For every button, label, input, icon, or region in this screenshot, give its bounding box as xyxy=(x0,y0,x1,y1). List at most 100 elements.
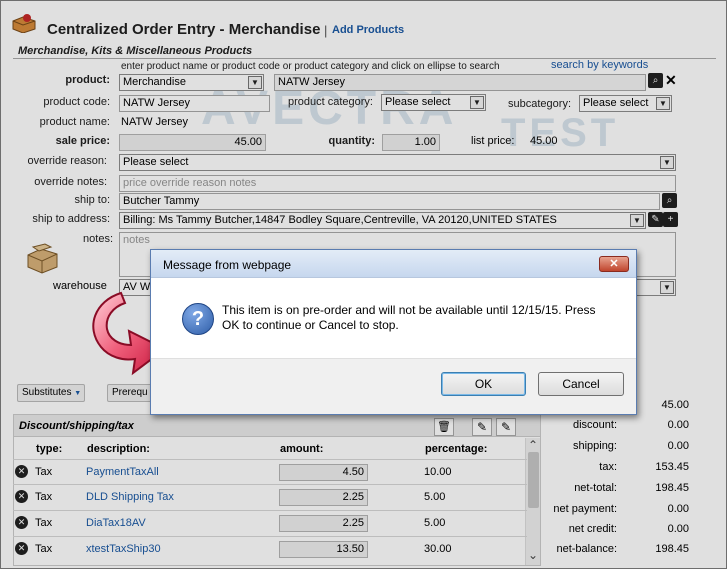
subcategory-select[interactable]: Please select ▼ xyxy=(579,95,672,112)
row-percentage: 5.00 xyxy=(424,517,446,529)
row-type: Tax xyxy=(35,517,53,529)
override-reason-label: override reason: xyxy=(27,155,108,167)
edit-icon-button[interactable]: ✎ xyxy=(496,418,516,436)
app-logo-icon xyxy=(11,13,37,34)
help-glyph: ? xyxy=(191,308,205,330)
brush-icon-button[interactable]: ✎ xyxy=(472,418,492,436)
row-description-link[interactable]: xtestTaxShip30 xyxy=(86,543,161,555)
remove-row-close-icon[interactable]: ✕ xyxy=(15,490,28,503)
sale-price-label: sale price: xyxy=(55,135,110,147)
ship-to-search-icon[interactable]: ⌕ xyxy=(662,193,677,208)
subcategory-label: subcategory: xyxy=(508,98,571,110)
table-row: ✕ Tax PaymentTaxAll 4.50 10.00 xyxy=(13,459,527,484)
product-type-value: Merchandise xyxy=(123,76,186,88)
ship-to-address-select[interactable]: Billing: Ms Tammy Butcher,14847 Bodley S… xyxy=(119,212,646,229)
ship-to-address-value: Billing: Ms Tammy Butcher,14847 Bodley S… xyxy=(123,214,557,226)
ship-to-label: ship to: xyxy=(74,194,110,206)
chevron-down-icon: ▼ xyxy=(656,97,670,110)
cancel-button[interactable]: Cancel xyxy=(538,372,624,396)
ship-to-address-label: ship to address: xyxy=(32,213,110,225)
quantity-input[interactable]: 1.00 xyxy=(382,134,440,151)
dialog-title: Message from webpage xyxy=(163,258,292,272)
table-row: ✕ Tax DiaTax18AV 2.25 5.00 xyxy=(13,510,527,535)
row-type: Tax xyxy=(35,491,53,503)
product-type-select[interactable]: Merchandise ▼ xyxy=(119,74,264,91)
scroll-down-icon[interactable]: ⌄ xyxy=(528,548,538,562)
net-balance-label: net-balance: xyxy=(556,543,617,555)
add-address-icon[interactable]: + xyxy=(663,212,678,227)
prerequisites-label: Prerequ xyxy=(112,387,148,398)
row-description-link[interactable]: DiaTax18AV xyxy=(86,517,146,529)
product-name-value: NATW Jersey xyxy=(121,116,189,128)
edit-address-icon[interactable]: ✎ xyxy=(648,212,663,227)
col-percentage: percentage: xyxy=(425,443,488,455)
row-type: Tax xyxy=(35,466,53,478)
net-balance-value: 198.45 xyxy=(655,543,689,555)
row-percentage: 10.00 xyxy=(424,466,452,478)
dialog-message: This item is on pre-order and will not b… xyxy=(222,303,596,332)
product-code-label: product code: xyxy=(43,96,110,108)
remove-row-close-icon[interactable]: ✕ xyxy=(15,465,28,478)
ship-to-input[interactable]: Butcher Tammy xyxy=(119,193,660,210)
list-price-label: list price: xyxy=(471,135,515,147)
net-total-label: net-total: xyxy=(574,482,617,494)
dialog-close-icon[interactable]: ✕ xyxy=(599,256,629,272)
remove-row-close-icon[interactable]: ✕ xyxy=(15,516,28,529)
search-icon[interactable]: ⌕ xyxy=(648,73,663,88)
row-type: Tax xyxy=(35,543,53,555)
net-payment-label: net payment: xyxy=(553,503,617,515)
substitutes-label: Substitutes xyxy=(22,387,72,398)
chevron-down-icon: ▼ xyxy=(660,156,674,169)
product-code-input[interactable]: NATW Jersey xyxy=(119,95,270,112)
search-by-keywords-link[interactable]: search by keywords xyxy=(551,59,648,71)
net-credit-label: net credit: xyxy=(568,523,617,535)
edit-icon: ✎ xyxy=(500,420,512,434)
dialog-footer: OK Cancel xyxy=(151,358,636,414)
shipping-label: shipping: xyxy=(572,440,617,452)
section-title: Merchandise, Kits & Miscellaneous Produc… xyxy=(18,45,253,57)
tax-label: tax: xyxy=(599,461,617,473)
net-total-value: 198.45 xyxy=(655,482,689,494)
dst-scrollbar[interactable]: ⌃ ⌄ xyxy=(525,438,540,565)
scroll-up-icon[interactable]: ⌃ xyxy=(528,438,538,452)
sale-price-input[interactable]: 45.00 xyxy=(119,134,266,151)
net-credit-value: 0.00 xyxy=(667,523,689,535)
row-amount-input[interactable]: 2.25 xyxy=(279,515,368,532)
product-category-label: product category: xyxy=(288,96,373,108)
scroll-thumb[interactable] xyxy=(528,452,539,508)
row-amount-input[interactable]: 4.50 xyxy=(279,464,368,481)
product-category-value: Please select xyxy=(385,96,451,108)
row-amount-input[interactable]: 13.50 xyxy=(279,541,368,558)
dialog-titlebar[interactable]: Message from webpage ✕ xyxy=(151,250,636,278)
remove-row-close-icon[interactable]: ✕ xyxy=(15,542,28,555)
subcategory-value: Please select xyxy=(583,97,649,109)
page-title: Centralized Order Entry - Merchandise xyxy=(47,21,321,38)
product-category-select[interactable]: Please select ▼ xyxy=(381,94,486,111)
chevron-down-icon: ▼ xyxy=(248,76,262,89)
col-amount: amount: xyxy=(280,443,324,455)
row-description-link[interactable]: PaymentTaxAll xyxy=(86,466,159,478)
chevron-down-icon: ▼ xyxy=(630,214,644,227)
product-name-input[interactable]: NATW Jersey xyxy=(274,74,646,91)
ok-button[interactable]: OK xyxy=(441,372,526,396)
trash-icon: 🗑 xyxy=(437,421,451,433)
override-notes-input[interactable]: price override reason notes xyxy=(119,175,676,192)
substitutes-button[interactable]: Substitutes ▼ xyxy=(17,384,85,402)
help-icon: ? xyxy=(182,303,214,335)
search-hint: enter product name or product code or pr… xyxy=(121,61,500,72)
override-reason-select[interactable]: Please select ▼ xyxy=(119,154,676,171)
add-products-link[interactable]: Add Products xyxy=(332,24,404,36)
row-amount-input[interactable]: 2.25 xyxy=(279,489,368,506)
delete-icon-button[interactable]: 🗑 xyxy=(434,418,454,436)
col-type: type: xyxy=(36,443,63,455)
watermark-sub: TEST xyxy=(501,111,620,155)
clear-product-close-icon[interactable]: ✕ xyxy=(665,72,677,89)
chevron-down-icon: ▼ xyxy=(660,281,674,294)
discount-label: discount: xyxy=(572,419,617,431)
row-description-link[interactable]: DLD Shipping Tax xyxy=(86,491,174,503)
shipping-value: 0.00 xyxy=(667,440,689,452)
chevron-down-icon: ▼ xyxy=(470,96,484,109)
subtotal-value: 45.00 xyxy=(661,399,689,411)
row-percentage: 30.00 xyxy=(424,543,452,555)
title-separator: | xyxy=(324,23,328,38)
